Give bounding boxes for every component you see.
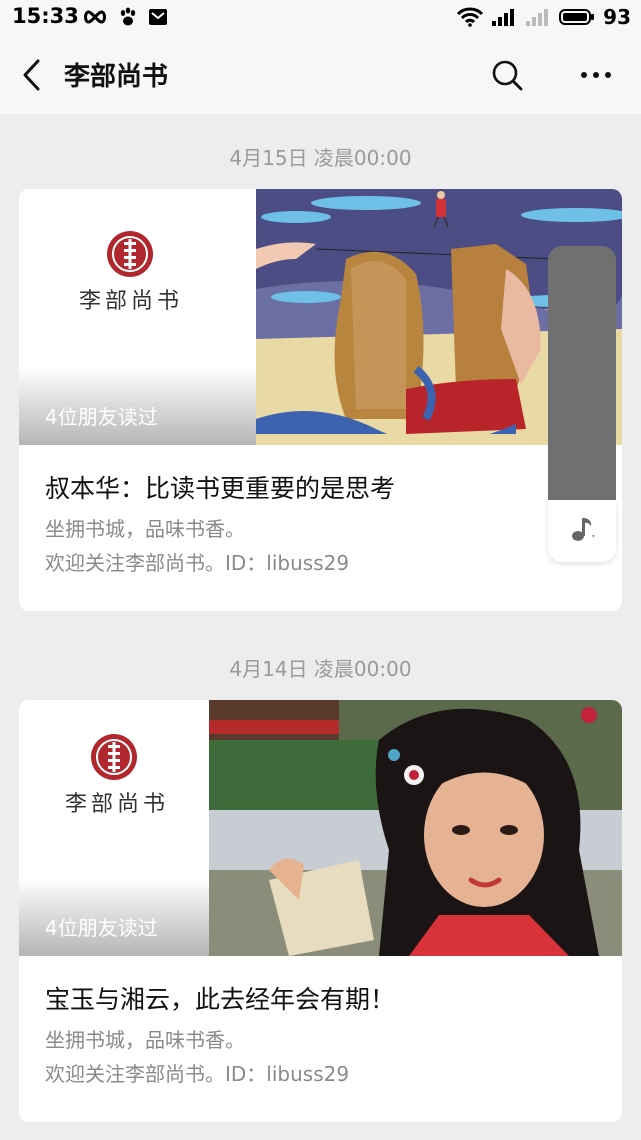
article-timestamp: 4月14日 凌晨00:00 — [229, 657, 412, 681]
floating-panel — [548, 246, 616, 500]
article-timestamp: 4月15日 凌晨00:00 — [229, 146, 412, 170]
friends-read-label: 4位朋友读过 — [45, 405, 158, 429]
article-desc-line: 欢迎关注李部尚书。ID：libuss29 — [45, 551, 350, 575]
battery-icon — [559, 9, 595, 25]
signal-icon — [492, 9, 515, 26]
signal-weak-icon — [526, 9, 549, 26]
friends-read-label: 4位朋友读过 — [45, 916, 158, 940]
status-bar: 15:33 93 — [0, 0, 641, 36]
paw-icon — [120, 7, 136, 26]
more-icon[interactable] — [578, 58, 614, 92]
seal-emblem-icon — [91, 734, 137, 780]
article-title[interactable]: 宝玉与湘云，此去经年会有期！ — [45, 980, 395, 1016]
music-button[interactable] — [548, 500, 616, 562]
page-title: 李部尚书 — [64, 62, 169, 92]
article-desc-line: 坐拥书城，品味书香。 — [45, 1028, 245, 1052]
article-cover[interactable]: 李部尚书 4位朋友读过 — [19, 189, 622, 445]
article-cover[interactable]: 李部尚书 4位朋友读过 — [19, 700, 622, 956]
logo-text: 李部尚书 — [79, 289, 184, 314]
article-card[interactable]: 李部尚书 4位朋友读过 宝玉与湘云，此去经年会有期！ 坐拥书城，品味书香。 欢迎… — [19, 700, 622, 1122]
mail-icon — [149, 9, 167, 25]
nav-bar: 李部尚书 — [0, 36, 641, 114]
logo-text: 李部尚书 — [65, 792, 170, 817]
article-title[interactable]: 叔本华：比读书更重要的是思考 — [45, 469, 395, 505]
cover-photo — [209, 700, 622, 956]
wifi-icon — [457, 7, 484, 27]
article-desc-line: 欢迎关注李部尚书。ID：libuss29 — [45, 1062, 350, 1086]
article-desc-line: 坐拥书城，品味书香。 — [45, 517, 245, 541]
search-icon[interactable] — [490, 58, 524, 92]
music-note-icon — [572, 518, 595, 541]
seal-emblem-icon — [107, 231, 153, 277]
infinity-icon — [84, 10, 106, 24]
battery-level: 93 — [603, 5, 631, 29]
chevron-left-icon[interactable] — [18, 58, 48, 92]
article-card[interactable]: 李部尚书 4位朋友读过 叔本华：比读书更重要的是思考 坐拥书城，品味书香。 欢迎… — [19, 189, 622, 611]
status-time: 15:33 — [12, 4, 79, 28]
